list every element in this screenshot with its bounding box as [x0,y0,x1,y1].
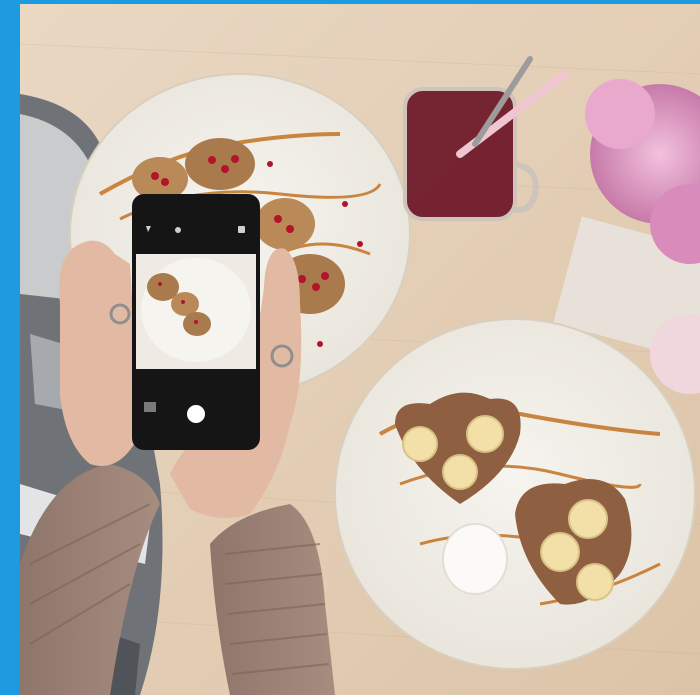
smartphone [132,194,260,450]
timer-icon [175,227,181,233]
camera-switch-icon [238,226,245,233]
gallery-thumbnail-icon [144,402,156,412]
food-photo [20,4,700,695]
frame-left-border [0,0,20,695]
shutter-button [187,405,205,423]
photo-scene [20,4,700,695]
bottom-plate [334,318,696,670]
